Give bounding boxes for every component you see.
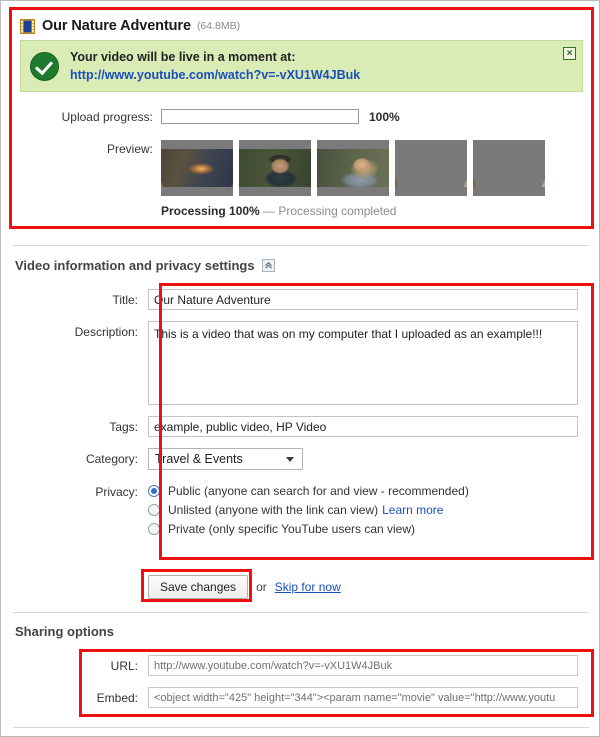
embed-label: Embed: [96,691,138,705]
processing-status: Processing 100% — Processing completed [12,204,591,218]
page-frame: Our Nature Adventure (64.8MB) Your video… [0,0,600,737]
processing-percent: Processing 100% [161,204,260,218]
privacy-option-public-label: Public (anyone can search for and view -… [168,484,469,498]
video-url-link[interactable]: http://www.youtube.com/watch?v=-vXU1W4JB… [70,68,360,82]
thumbnail-campfire-sparks[interactable] [161,140,233,196]
radio-public[interactable] [148,485,160,497]
title-label: Title: [112,293,138,307]
embed-input[interactable] [148,687,578,708]
or-separator: or [256,580,267,594]
preview-label: Preview: [106,142,153,156]
privacy-option-unlisted-label: Unlisted (anyone with the link can view) [168,503,379,517]
save-changes-button[interactable]: Save changes [148,575,249,599]
category-row: Category: Travel & Events [15,448,587,470]
divider [13,612,589,613]
progress-percent: 100% [369,109,400,124]
success-banner: Your video will be live in a moment at: … [20,40,583,92]
processing-message: — Processing completed [259,204,397,218]
close-icon[interactable]: × [563,47,576,60]
progress-bar [161,109,359,124]
radio-unlisted[interactable] [148,504,160,516]
tags-label: Tags: [109,420,138,434]
privacy-radio-group: Public (anyone can search for and view -… [148,481,469,541]
thumbnail-strip [161,140,545,196]
tags-row: Tags: [15,416,587,437]
url-row: URL: [15,655,587,676]
category-select[interactable]: Travel & Events [148,448,303,470]
thumbnail-child-in-hat[interactable] [239,140,311,196]
video-info-form: Title: Description: This is a video that… [15,289,587,552]
privacy-label: Privacy: [95,485,138,499]
skip-for-now-link[interactable]: Skip for now [275,580,341,594]
embed-row: Embed: [15,687,587,708]
category-selected-value: Travel & Events [155,452,243,466]
sharing-options-heading-text: Sharing options [15,624,114,639]
privacy-option-private[interactable]: Private (only specific YouTube users can… [148,522,469,536]
upload-panel: Our Nature Adventure (64.8MB) Your video… [12,10,591,226]
divider [13,245,589,246]
thumbnail-fire-flames-2[interactable] [473,140,545,196]
form-actions: Save changes or Skip for now [148,575,341,599]
check-circle-icon [30,51,59,81]
preview-row: Preview: [12,140,591,196]
page-title: Our Nature Adventure [42,18,191,34]
radio-private[interactable] [148,523,160,535]
sharing-options-form: URL: Embed: [15,655,587,719]
description-input[interactable]: This is a video that was on my computer … [148,321,578,405]
privacy-row: Privacy: Public (anyone can search for a… [15,481,587,541]
description-label: Description: [74,325,138,339]
url-label: URL: [110,659,138,673]
learn-more-link[interactable]: Learn more [382,503,443,517]
file-size-label: (64.8MB) [196,20,241,32]
upload-progress-row: Upload progress: 100% [12,109,591,124]
thumbnail-blonde-girl[interactable] [317,140,389,196]
title-row: Title: [15,289,587,310]
upload-progress-label: Upload progress: [61,109,153,124]
video-info-heading-text: Video information and privacy settings [15,258,255,273]
description-row: Description: This is a video that was on… [15,321,587,405]
film-strip-icon [20,18,35,34]
divider [13,727,589,728]
title-input[interactable] [148,289,578,310]
privacy-option-public[interactable]: Public (anyone can search for and view -… [148,484,469,498]
chevron-down-icon [286,456,294,462]
privacy-option-private-label: Private (only specific YouTube users can… [168,522,416,536]
category-label: Category: [85,452,138,466]
url-input[interactable] [148,655,578,676]
banner-headline: Your video will be live in a moment at: [70,49,296,64]
tags-input[interactable] [148,416,578,437]
video-info-heading: Video information and privacy settings [15,258,275,273]
video-header: Our Nature Adventure (64.8MB) [12,10,591,40]
thumbnail-fire-flames[interactable] [395,140,467,196]
chevron-up-icon[interactable] [261,259,275,272]
sharing-options-heading: Sharing options [15,624,114,639]
privacy-option-unlisted[interactable]: Unlisted (anyone with the link can view)… [148,503,469,517]
